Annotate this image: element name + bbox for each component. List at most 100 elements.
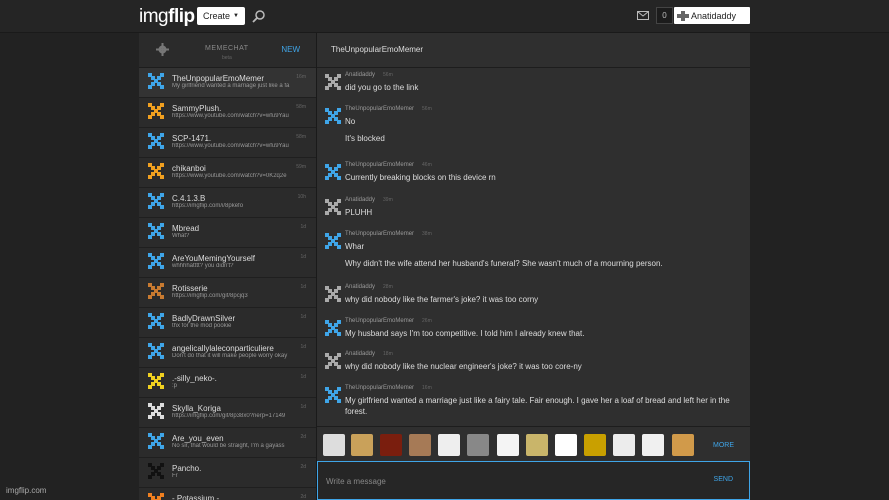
conversation-item[interactable]: Pancho. Fr 2d [139, 458, 316, 488]
conversation-item[interactable]: BadlyDrawnSilver thx for the mod pookie 1d [139, 308, 316, 338]
meme-emoji-bar: MORE [317, 426, 750, 460]
conversation-preview: What? [172, 233, 190, 239]
conversation-item[interactable]: - Potassium - 2d [139, 488, 316, 500]
message-sender: Anatidaddy 39m [345, 197, 393, 203]
gear-icon[interactable] [156, 43, 169, 56]
conversation-item[interactable]: AreYouMemingYourself whhhhatttt? you didn… [139, 248, 316, 278]
message-sender: TheUnpopularEmoMemer 16m [345, 385, 432, 391]
user-avatar-icon [148, 343, 164, 359]
sender-avatar-icon [325, 320, 341, 336]
conversation-item[interactable]: SCP-1471. https://www.youtube.com/watch?v… [139, 128, 316, 158]
user-menu-button[interactable]: Anatidaddy [674, 7, 750, 24]
conversation-preview: whhhhatttt? you didn't? [172, 263, 234, 269]
chat-title: TheUnpopularEmoMemer [331, 45, 424, 54]
troll-face-icon[interactable] [555, 434, 577, 456]
sender-avatar-icon [325, 74, 341, 90]
create-button[interactable]: Create ▼ [197, 7, 245, 25]
conversation-time: 2d [300, 494, 306, 500]
conversation-name: AreYouMemingYourself [172, 254, 256, 263]
conversation-preview: Don't do that it will make people worry … [172, 353, 288, 359]
conversation-item[interactable]: angelicallylaleconparticuliere Don't do t… [139, 338, 316, 368]
message-sender: TheUnpopularEmoMemer 56m [345, 106, 432, 112]
conversation-item[interactable]: TheUnpopularEmoMemer My girlfriend wanted… [139, 68, 316, 98]
search-icon[interactable] [252, 9, 266, 23]
conversation-item[interactable]: Are_you_even No sir, that would be straig… [139, 428, 316, 458]
conversation-item[interactable]: Skylla_Koriga https://imgflip.com/gif/8p3… [139, 398, 316, 428]
conversation-item[interactable]: Mbread What? 1d [139, 218, 316, 248]
caret-down-icon: ▼ [233, 13, 239, 19]
conversation-item[interactable]: C.4.1.3.B https://imgflip.com/i/8pkefo 10h [139, 188, 316, 218]
conversation-name: Mbread [172, 224, 200, 233]
conversation-sidebar: MEMECHAT beta NEW TheUnpopularEmoMemer My… [139, 33, 317, 500]
user-avatar-icon [148, 313, 164, 329]
user-avatar-icon [148, 133, 164, 149]
explosion-meme-icon[interactable] [380, 434, 402, 456]
message-text: My girlfriend wanted a marriage just lik… [345, 396, 730, 416]
sketch-face-icon[interactable] [497, 434, 519, 456]
sidebar-header: MEMECHAT beta NEW [139, 33, 316, 68]
message-time: 28m [383, 284, 393, 290]
conversation-name: TheUnpopularEmoMemer [172, 74, 265, 83]
send-button[interactable]: SEND [714, 476, 733, 483]
conversation-name: Pancho. [172, 464, 202, 473]
mail-icon[interactable] [637, 11, 649, 20]
username: Anatidaddy [691, 10, 737, 21]
conversation-preview: https://imgflip.com/gif/8p38x0?nerp=1714… [172, 413, 286, 419]
conversation-item[interactable]: Rotisserie https://imgflip.com/gif/8pcjq3… [139, 278, 316, 308]
sender-name: TheUnpopularEmoMemer [345, 162, 415, 168]
conversation-name: BadlyDrawnSilver [172, 314, 236, 323]
user-avatar-icon [677, 10, 689, 21]
message-text: why did nobody like the nuclear engineer… [345, 362, 582, 371]
sender-name: Anatidaddy [345, 72, 376, 78]
conversation-item[interactable]: chikanboi https://www.youtube.com/watch?v… [139, 158, 316, 188]
message-time: 16m [422, 385, 432, 391]
conversation-time: 2d [300, 434, 306, 440]
conversation-preview: My girlfriend wanted a marriage just lik… [172, 83, 290, 89]
shiba-meme-icon[interactable] [672, 434, 694, 456]
sender-name: Anatidaddy [345, 351, 376, 357]
notification-count[interactable]: 0 [656, 7, 673, 24]
conversation-item[interactable]: SammyPlush. https://www.youtube.com/watch… [139, 98, 316, 128]
message-time: 56m [422, 106, 432, 112]
create-label: Create [203, 11, 231, 21]
message-time: 46m [422, 162, 432, 168]
sword-meme-icon[interactable] [526, 434, 548, 456]
top-bar: imgflip Create ▼ 0 Anatidaddy [0, 0, 889, 33]
deal-with-it-icon[interactable] [467, 434, 489, 456]
message-sender: TheUnpopularEmoMemer 46m [345, 162, 432, 168]
message-text: It's blocked [345, 134, 385, 143]
yellow-face-icon[interactable] [584, 434, 606, 456]
conversation-preview: thx for the mod pookie [172, 323, 232, 329]
message-text: did you go to the link [345, 83, 419, 92]
conversation-name: .-silly_neko-. [172, 374, 217, 383]
conversation-name: Are_you_even [172, 434, 224, 443]
imgflip-logo[interactable]: imgflip [139, 6, 195, 28]
me-gusta-icon[interactable] [613, 434, 635, 456]
conversation-time: 1d [300, 314, 306, 320]
conversation-name: Skylla_Koriga [172, 404, 221, 413]
message-time: 26m [422, 318, 432, 324]
conversation-preview: No sir, that would be straight, I'm a ga… [172, 443, 285, 449]
sender-avatar-icon [325, 353, 341, 369]
happy-face-icon[interactable] [642, 434, 664, 456]
user-avatar-icon [148, 493, 164, 500]
user-avatar-icon [148, 193, 164, 209]
conversation-time: 1d [300, 254, 306, 260]
forever-alone-icon[interactable] [438, 434, 460, 456]
jesus-meme-icon[interactable] [409, 434, 431, 456]
message-input[interactable] [326, 475, 696, 487]
doge-meme-icon[interactable] [351, 434, 373, 456]
message-text: PLUHH [345, 208, 373, 217]
user-avatar-icon [148, 373, 164, 389]
new-chat-button[interactable]: NEW [281, 45, 300, 54]
message-text: Currently breaking blocks on this device… [345, 173, 496, 182]
more-memes-button[interactable]: MORE [713, 442, 734, 449]
user-avatar-icon [148, 103, 164, 119]
conversation-item[interactable]: .-silly_neko-.:p 1d [139, 368, 316, 398]
beta-label: beta [222, 55, 232, 61]
sender-name: TheUnpopularEmoMemer [345, 106, 415, 112]
message-sender: Anatidaddy 18m [345, 351, 393, 357]
conversation-preview: Fr [172, 473, 178, 479]
sender-name: TheUnpopularEmoMemer [345, 231, 415, 237]
meme-face-icon[interactable] [323, 434, 345, 456]
